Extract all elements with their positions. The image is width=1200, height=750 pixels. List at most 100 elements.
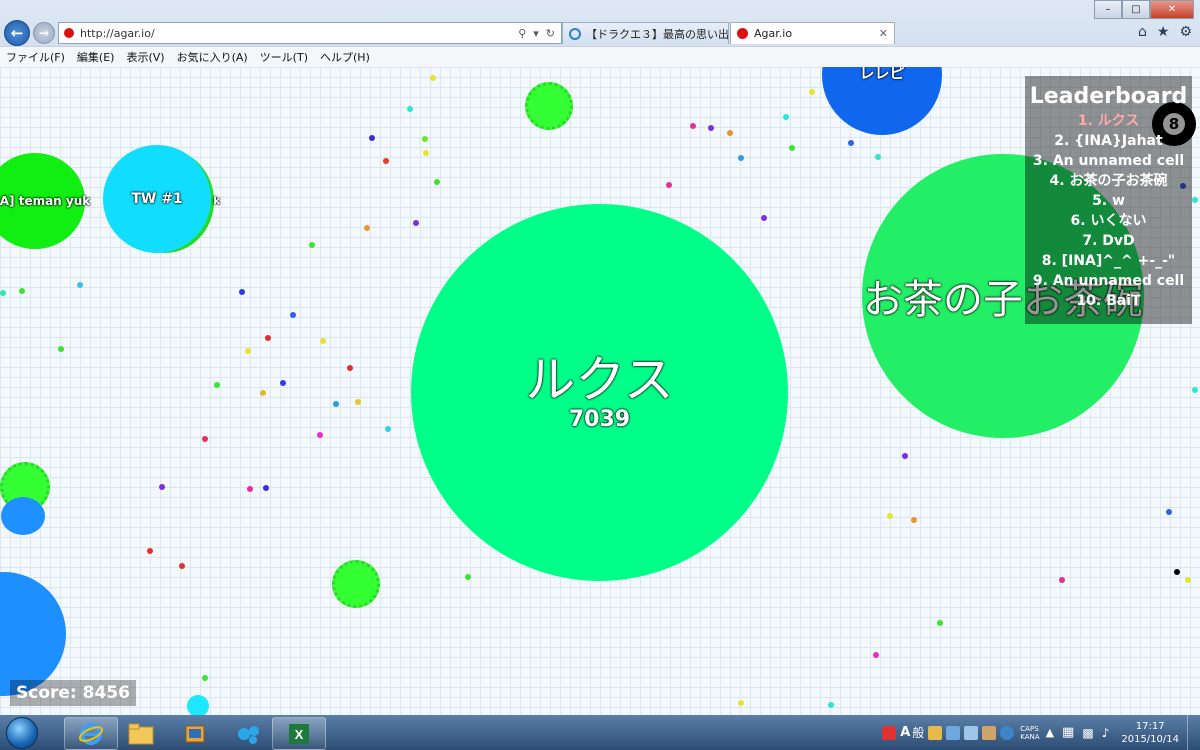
menu-tools[interactable]: ツール(T) — [254, 49, 314, 65]
favorites-star-icon[interactable]: ★ — [1157, 24, 1170, 40]
food-pellet — [1185, 577, 1191, 583]
tab-agario[interactable]: Agar.io ✕ — [730, 22, 895, 44]
food-pellet — [320, 338, 326, 344]
food-pellet — [1192, 197, 1198, 203]
food-pellet — [708, 125, 714, 131]
show-desktop-button[interactable] — [1187, 715, 1200, 750]
address-text: http://agar.io/ — [80, 26, 155, 40]
forward-button[interactable]: → — [33, 22, 55, 44]
food-pellet — [247, 486, 253, 492]
internet-explorer-icon — [78, 722, 104, 745]
windows-orb-icon — [6, 716, 38, 749]
ime-pad-icon[interactable] — [964, 725, 979, 740]
menu-edit[interactable]: 編集(E) — [71, 49, 121, 65]
refresh-icon[interactable]: ↻ — [546, 27, 555, 40]
volume-icon[interactable]: ♪ — [1102, 726, 1110, 740]
taskbar-app[interactable] — [222, 717, 276, 750]
dropdown-icon[interactable]: ▾ — [533, 27, 539, 40]
food-pellet — [263, 485, 269, 491]
virus — [332, 560, 380, 608]
caps-kana-indicator: CAPS KANA — [1020, 725, 1039, 741]
agario-favicon-icon — [737, 28, 748, 39]
food-pellet — [761, 215, 767, 221]
menu-view[interactable]: 表示(V) — [120, 49, 170, 65]
food-pellet — [423, 150, 429, 156]
food-pellet — [202, 675, 208, 681]
menu-file[interactable]: ファイル(F) — [0, 49, 71, 65]
maximize-button[interactable]: □ — [1122, 0, 1150, 19]
home-icon[interactable]: ⌂ — [1138, 24, 1147, 40]
windows-flag-icon[interactable]: ▦ — [1062, 725, 1074, 740]
leaderboard: Leaderboard 1. ルクス 2. {INA}Jahat 3. An u… — [1025, 76, 1192, 324]
site-favicon-icon — [64, 28, 74, 38]
taskbar-explorer[interactable] — [114, 717, 168, 750]
food-pellet — [347, 365, 353, 371]
food-pellet — [738, 155, 744, 161]
food-pellet — [1059, 577, 1065, 583]
ime-dictionary-icon[interactable] — [946, 725, 961, 740]
food-pellet — [1192, 387, 1198, 393]
search-icon[interactable]: ⚲ — [518, 27, 526, 40]
tab-dragon-quest[interactable]: 【ドラクエ３】最高の思い出... — [562, 22, 729, 44]
player-main-cell: ルクス 7039 — [411, 204, 788, 581]
food-pellet — [789, 145, 795, 151]
tray-expand-icon[interactable]: ▲ — [1046, 726, 1054, 739]
menu-bar: ファイル(F) 編集(E) 表示(V) お気に入り(A) ツール(T) ヘルプ(… — [0, 46, 1200, 67]
blue-bird-icon — [238, 725, 259, 744]
taskbar-ie[interactable] — [64, 717, 118, 750]
player-cell — [1, 497, 45, 535]
minimize-button[interactable]: – — [1094, 0, 1122, 19]
food-pellet — [159, 484, 165, 490]
food-pellet — [179, 563, 185, 569]
leaderboard-entry: 4. お茶の子お茶碗 — [1049, 173, 1168, 189]
ime-tool-icon[interactable] — [928, 725, 943, 740]
food-pellet — [202, 436, 208, 442]
cell-name: レレピ — [859, 67, 905, 82]
food-pellet — [280, 380, 286, 386]
close-tab-icon[interactable]: ✕ — [879, 27, 888, 40]
ime-label[interactable]: 般 — [912, 724, 924, 741]
food-pellet — [355, 399, 361, 405]
address-bar[interactable]: http://agar.io/ ⚲ ▾ ↻ — [58, 22, 562, 44]
menu-help[interactable]: ヘルプ(H) — [314, 49, 376, 65]
game-canvas[interactable]: [INA] teman yuk k TW #1 レレピ お茶の子お茶碗 ルクス … — [0, 67, 1200, 715]
tab-label: 【ドラクエ３】最高の思い出... — [586, 27, 729, 41]
leaderboard-entry: 3. An unnamed cell — [1032, 153, 1185, 169]
player-cell-tw: TW #1 — [103, 145, 211, 253]
main-cell-mass: 7039 — [568, 406, 631, 432]
svg-text:X: X — [295, 727, 304, 742]
taskbar-mediaplayer[interactable] — [168, 717, 222, 750]
ime-tools-icon[interactable] — [982, 725, 997, 740]
food-pellet — [430, 75, 436, 81]
food-pellet — [245, 348, 251, 354]
score-display: Score: 8456 — [10, 680, 136, 706]
taskbar-excel[interactable]: X — [272, 717, 326, 750]
settings-gear-icon[interactable]: ⚙ — [1179, 24, 1192, 40]
leaderboard-entry: 6. いくない — [1070, 213, 1147, 229]
window-controls: – □ ✕ — [1094, 0, 1194, 19]
food-pellet — [383, 158, 389, 164]
back-button[interactable]: ← — [4, 20, 30, 46]
leaderboard-entry: 1. ルクス — [1077, 113, 1140, 129]
start-button[interactable] — [2, 715, 42, 750]
close-window-button[interactable]: ✕ — [1150, 0, 1194, 19]
menu-favorites[interactable]: お気に入り(A) — [171, 49, 254, 65]
virus — [525, 82, 573, 130]
ime-mode-icon[interactable]: A — [900, 725, 910, 740]
network-icon[interactable]: ▩ — [1082, 726, 1093, 740]
player-cell — [0, 572, 66, 696]
cell-name: k — [213, 195, 220, 207]
tray-app-icon[interactable] — [882, 725, 897, 740]
food-pellet — [848, 140, 854, 146]
leaderboard-entry: 2. {INA}Jahat — [1054, 133, 1163, 149]
clock[interactable]: 17:17 2015/10/14 — [1113, 720, 1187, 746]
browser-chrome: – □ ✕ ← → http://agar.io/ ⚲ ▾ ↻ 【ドラクエ３】最… — [0, 0, 1200, 68]
help-icon[interactable] — [1000, 725, 1015, 740]
food-pellet — [77, 282, 83, 288]
food-pellet — [902, 453, 908, 459]
clock-date: 2015/10/14 — [1121, 733, 1179, 745]
food-pellet — [0, 290, 6, 296]
kana-label: KANA — [1020, 732, 1040, 741]
food-pellet — [58, 346, 64, 352]
ie-tab-icon — [569, 27, 581, 40]
